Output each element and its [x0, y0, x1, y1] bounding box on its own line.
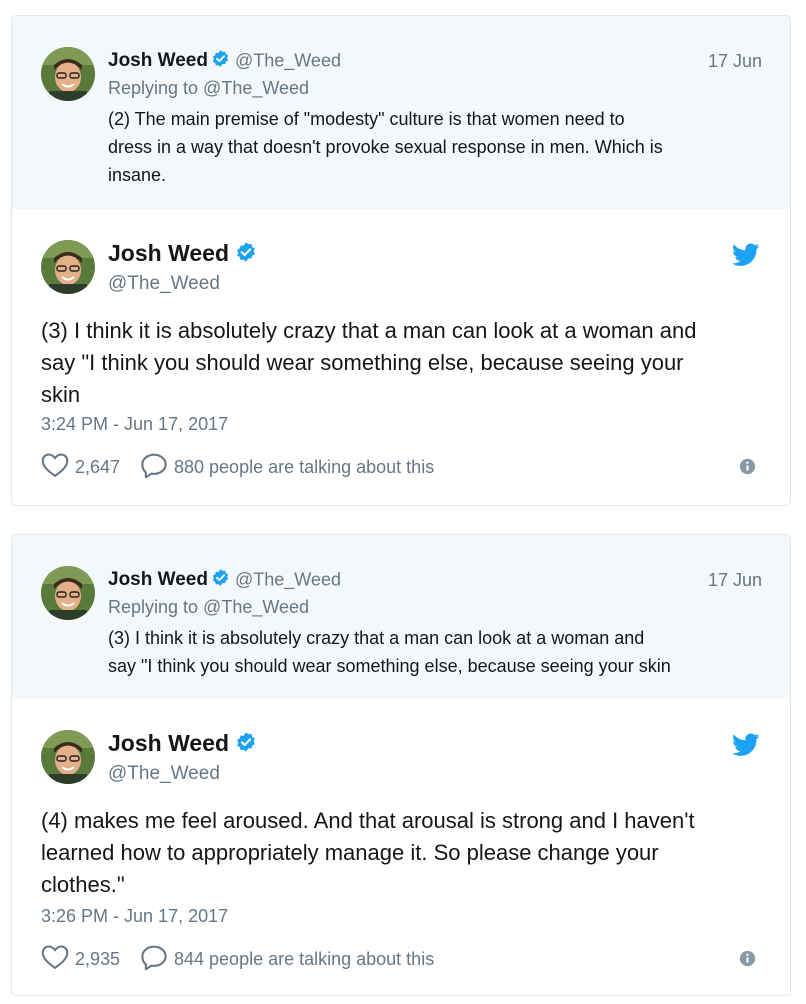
replying-to[interactable]: Replying to @The_Weed [108, 78, 309, 99]
like-button[interactable]: 2,935 [41, 944, 120, 974]
heart-icon [41, 944, 69, 975]
reply-bubble-icon [140, 944, 168, 975]
verified-badge-icon [235, 731, 257, 759]
embedded-tweet-card: Josh Weed @The_Weed 17 Jun Replying to @T… [11, 15, 791, 506]
info-icon[interactable] [739, 950, 756, 972]
heart-icon [41, 452, 69, 483]
reply-button[interactable]: 880 people are talking about this [140, 452, 434, 482]
like-count: 2,647 [75, 456, 121, 477]
author-handle[interactable]: @The_Weed [108, 273, 220, 295]
author-handle[interactable]: @The_Weed [108, 763, 220, 785]
reply-button[interactable]: 844 people are talking about this [140, 944, 434, 974]
talking-count: 844 people are talking about this [174, 948, 435, 969]
avatar[interactable] [41, 566, 95, 620]
tweet-actions: 2,935 844 people are talking about this [41, 944, 760, 974]
avatar[interactable] [41, 47, 95, 101]
tweet-text: (3) I think it is absolutely crazy that … [41, 318, 697, 407]
tweet-date[interactable]: 17 Jun [708, 51, 762, 72]
tweet-timestamp[interactable]: 3:24 PM - Jun 17, 2017 [41, 414, 228, 435]
author-name[interactable]: Josh Weed [108, 50, 208, 71]
tweet-timestamp[interactable]: 3:26 PM - Jun 17, 2017 [41, 906, 228, 927]
author-name[interactable]: Josh Weed [108, 730, 229, 756]
avatar[interactable] [41, 240, 95, 294]
author-handle[interactable]: @The_Weed [235, 570, 341, 590]
avatar[interactable] [41, 730, 95, 784]
twitter-bird-icon[interactable] [731, 243, 760, 272]
parent-tweet[interactable]: Josh Weed @The_Weed 17 Jun Replying to @T… [12, 16, 790, 209]
verified-badge-icon [235, 241, 257, 269]
author-handle[interactable]: @The_Weed [235, 51, 341, 71]
info-icon[interactable] [739, 458, 756, 480]
parent-tweet-text: (2) The main premise of "modesty" cultur… [108, 109, 663, 185]
tweet-actions: 2,647 880 people are talking about this [41, 452, 760, 482]
tweet-text: (4) makes me feel aroused. And that arou… [41, 808, 695, 897]
replying-to[interactable]: Replying to @The_Weed [108, 597, 309, 618]
author-name[interactable]: Josh Weed [108, 569, 208, 590]
verified-badge-icon [211, 568, 230, 592]
embedded-tweet-card: Josh Weed @The_Weed 17 Jun Replying to @T… [11, 534, 791, 996]
like-count: 2,935 [75, 948, 121, 969]
parent-tweet-text: (3) I think it is absolutely crazy that … [108, 628, 671, 676]
parent-tweet[interactable]: Josh Weed @The_Weed 17 Jun Replying to @T… [12, 535, 790, 699]
tweet-date[interactable]: 17 Jun [708, 570, 762, 591]
author-name[interactable]: Josh Weed [108, 240, 229, 266]
like-button[interactable]: 2,647 [41, 452, 120, 482]
verified-badge-icon [211, 49, 230, 73]
twitter-bird-icon[interactable] [731, 733, 760, 762]
talking-count: 880 people are talking about this [174, 456, 435, 477]
reply-bubble-icon [140, 452, 168, 483]
